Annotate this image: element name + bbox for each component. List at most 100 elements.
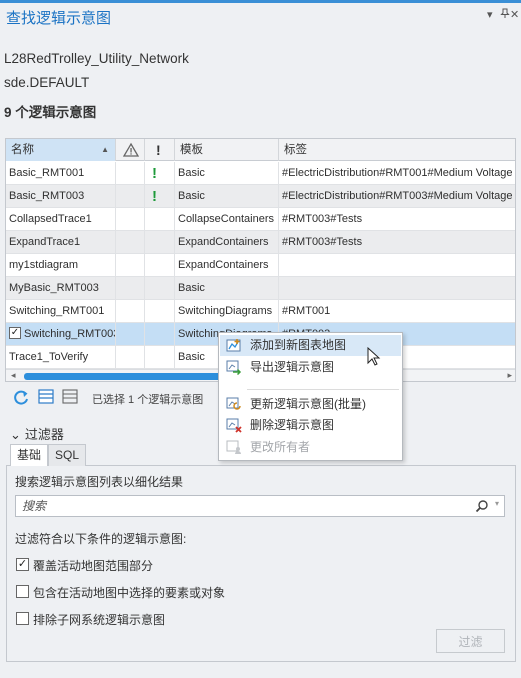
cell-name: my1stdiagram [6,254,116,277]
menu-item-change-owner: 更改所有者 [220,437,401,458]
checkbox-label-exclude-subnetwork: 排除子网系统逻辑示意图 [33,613,166,627]
search-options-dropdown-icon[interactable]: ▾ [495,499,499,508]
refresh-icon[interactable] [12,389,30,405]
table-row[interactable]: ExpandTrace1 ExpandContainers #RMT003#Test… [6,231,515,254]
delete-diagram-icon [226,418,242,433]
cell-tags: #RMT001 [282,305,331,317]
table-row[interactable]: Basic_RMT003! Basic #ElectricDistribution#… [6,185,515,208]
table-row[interactable]: Switching_RMT001 SwitchingDiagrams #RMT001 [6,300,515,323]
cell-error: ! [145,162,175,185]
cell-template: Basic [175,162,279,185]
cell-warning [116,162,145,185]
menu-item-delete-diagram[interactable]: 删除逻辑示意图 [220,415,401,436]
column-header-name[interactable]: 名称 ▲ [6,139,116,161]
cell-tags [279,277,515,300]
tab-sql[interactable]: SQL [48,444,86,466]
table-row[interactable]: CollapsedTrace1 CollapseContainers #RMT003… [6,208,515,231]
cell-tags: #ElectricDistribution#RMT003#Medium Volt… [282,190,513,202]
pane-title: 查找逻辑示意图 [6,10,112,27]
cell-error: ! [145,185,175,208]
search-input[interactable] [16,496,456,516]
diagram-count: 9 个逻辑示意图 [4,105,97,120]
cell-name: Switching_RMT001 [6,300,116,323]
cell-tags [279,254,515,277]
cell-error [145,300,175,323]
table-row[interactable]: MyBasic_RMT003 Basic [6,277,515,300]
details-view-icon[interactable] [38,389,56,405]
cell-error [145,208,175,231]
column-header-tags[interactable]: 标签 [279,139,515,161]
column-header-template[interactable]: 模板 [175,139,279,161]
change-owner-icon [226,440,242,455]
cell-template: Basic [175,277,279,300]
add-to-map-icon [226,338,242,353]
export-diagram-icon [226,360,242,376]
cell-template: Basic [175,185,279,208]
version-name: sde.DEFAULT [4,75,90,90]
cell-template: CollapseContainers [175,208,279,231]
cell-error [145,254,175,277]
table-header: 名称 ▲ ! 模板 标签 [6,139,515,161]
search-field[interactable]: ▾ [15,495,505,517]
pin-icon[interactable] [500,8,510,22]
cell-error [145,277,175,300]
checkbox-exclude-subnetwork[interactable] [16,612,29,625]
checkbox-selected-features[interactable] [16,585,29,598]
error-icon: ! [156,142,161,158]
cell-warning [116,300,145,323]
cell-warning [116,185,145,208]
tab-basic[interactable]: 基础 [10,444,48,466]
cell-error [145,346,175,369]
table-row[interactable]: my1stdiagram ExpandContainers [6,254,515,277]
column-header-error[interactable]: ! [145,139,175,161]
list-view-icon[interactable] [62,389,80,405]
warning-icon [121,142,140,158]
cell-warning [116,231,145,254]
cell-warning [116,277,145,300]
cell-name: Trace1_ToVerify [6,346,116,369]
scroll-left-icon[interactable]: ◂ [11,370,16,381]
cell-tags: #ElectricDistribution#RMT001#Medium Volt… [282,167,513,179]
row-checkbox[interactable]: ✓ [9,327,21,340]
scrollbar-thumb[interactable] [24,373,234,380]
filter-section-header[interactable]: ⌄ 过滤器 [10,424,64,443]
search-label: 搜索逻辑示意图列表以细化结果 [15,475,184,489]
cell-error [145,231,175,254]
cell-name: Basic_RMT003 [6,185,116,208]
sort-ascending-icon: ▲ [101,145,109,154]
checkbox-label-selected-features: 包含在活动地图中选择的要素或对象 [33,586,226,600]
cell-error [145,323,175,346]
selection-status: 已选择 1 个逻辑示意图 [92,394,204,406]
criteria-label: 过滤符合以下条件的逻辑示意图: [15,532,187,546]
menu-separator [247,389,399,390]
cell-tags: #RMT003#Tests [282,236,363,248]
cell-warning [116,323,145,346]
checkbox-label-map-extent: 覆盖活动地图范围部分 [33,559,154,573]
cell-name: MyBasic_RMT003 [6,277,116,300]
network-name: L28RedTrolley_Utility_Network [4,51,189,66]
cell-name: CollapsedTrace1 [6,208,116,231]
cell-tags: #RMT003#Tests [282,213,363,225]
cell-name: Basic_RMT001 [6,162,116,185]
cell-name: ✓ Switching_RMT003 [6,323,116,346]
close-icon[interactable]: ✕ [510,8,519,21]
checkbox-map-extent[interactable]: ✓ [16,558,29,571]
cell-template: SwitchingDiagrams [175,300,279,323]
pane-top-accent [0,0,521,3]
collapse-chevron-icon[interactable]: ⌄ [10,427,21,442]
menu-item-update-diagrams-batch[interactable]: 更新逻辑示意图(批量) [220,394,401,415]
cell-warning [116,346,145,369]
update-diagram-icon [226,397,242,412]
cell-warning [116,208,145,231]
table-row[interactable]: Basic_RMT001! Basic #ElectricDistribution#… [6,162,515,185]
cell-warning [116,254,145,277]
cell-template: ExpandContainers [175,231,279,254]
pane-options-button[interactable]: ▾ [487,8,493,21]
cell-name: ExpandTrace1 [6,231,116,254]
scroll-right-icon[interactable]: ▸ [507,370,512,381]
column-header-warning[interactable] [116,139,145,161]
filter-button[interactable]: 过滤 [436,629,505,653]
cell-template: ExpandContainers [175,254,279,277]
mouse-pointer-icon [367,346,381,367]
search-icon[interactable] [475,499,489,513]
